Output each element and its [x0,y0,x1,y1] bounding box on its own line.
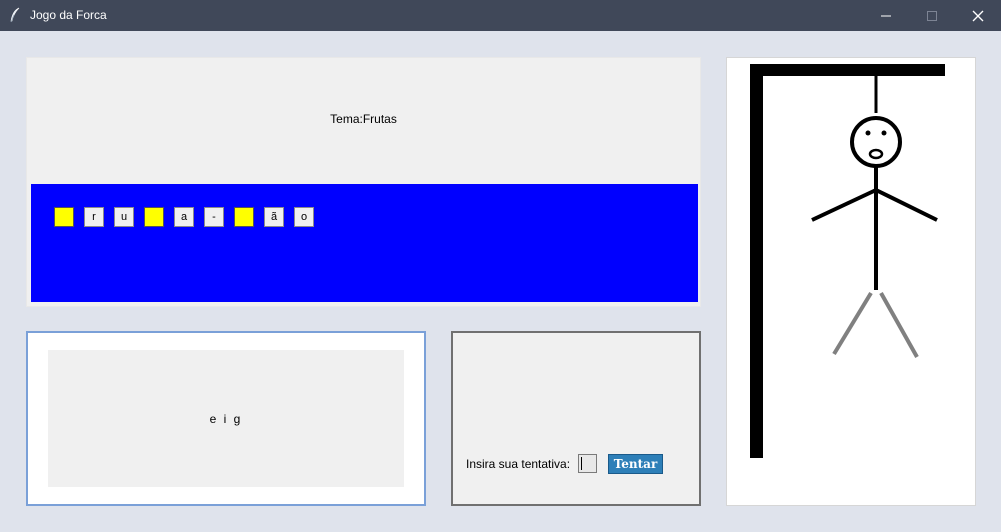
gallows-beam [750,64,945,76]
hangman-mouth [868,148,884,160]
letter-slot: u [114,207,134,227]
hangman-left-arm [811,188,877,222]
letter-slot: ã [264,207,284,227]
letter-slot: a [174,207,194,227]
letter-slot [54,207,74,227]
word-panel: Tema:Frutas r u a - ã o [26,57,701,307]
letter-slot: o [294,207,314,227]
hangman-left-eye [865,130,871,136]
try-button[interactable]: Tentar [608,454,663,474]
hangman-left-leg [832,291,873,356]
gallows-canvas [726,57,976,506]
gallows-post [750,64,763,458]
hangman-right-eye [881,130,887,136]
guess-label: Insira sua tentativa: [466,457,571,471]
maximize-icon [927,10,937,21]
window-title: Jogo da Forca [30,8,107,22]
letter-slot: r [84,207,104,227]
guess-panel: Insira sua tentativa: Tentar [451,331,701,506]
close-button[interactable] [955,0,1001,31]
title-bar: Jogo da Forca [0,0,1001,31]
close-icon [972,10,984,21]
hangman-right-arm [875,188,938,222]
word-display: r u a - ã o [31,184,698,302]
minimize-button[interactable] [863,0,909,31]
maximize-button[interactable] [909,0,955,31]
used-letters-panel: e i g [26,331,426,506]
text-caret [581,457,582,470]
window-client-area: Tema:Frutas r u a - ã o e i g Insira sua… [0,31,1001,532]
hangman-drawing [750,64,945,458]
letter-slot: - [204,207,224,227]
minimize-icon [881,15,891,16]
theme-label: Tema:Frutas [330,112,397,126]
hangman-right-leg [879,292,919,358]
feather-icon [10,7,20,23]
letter-slot [234,207,254,227]
letter-slot [144,207,164,227]
used-letters-text: e i g [48,350,404,487]
